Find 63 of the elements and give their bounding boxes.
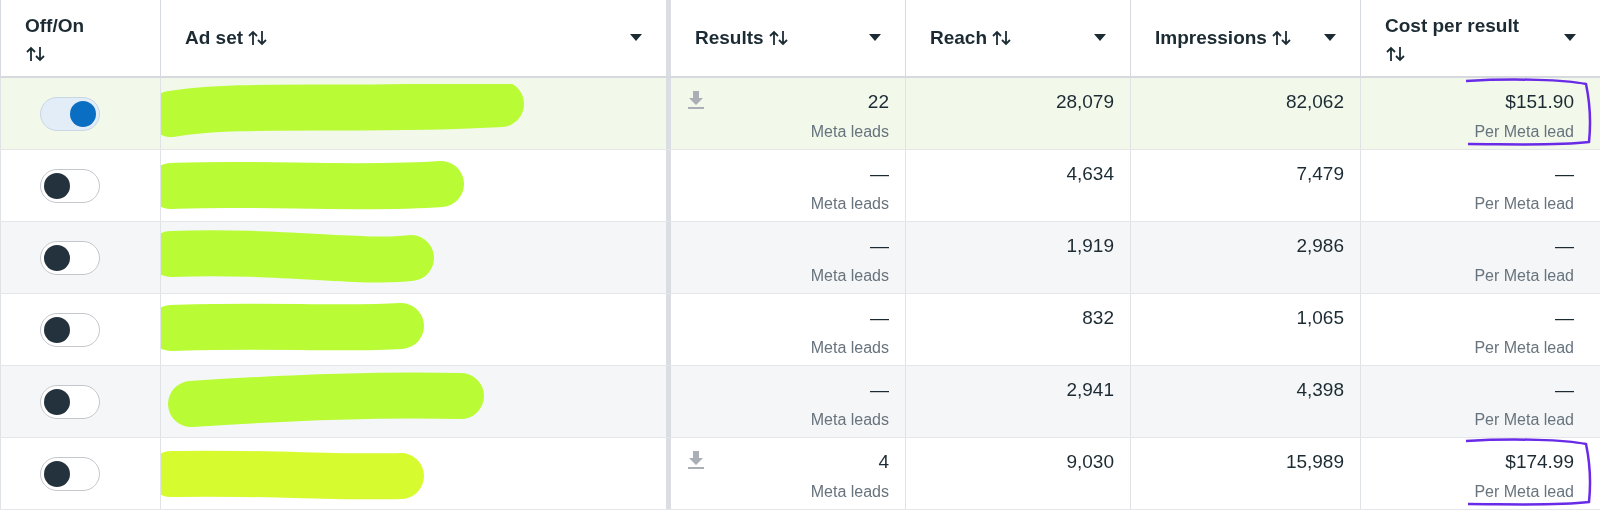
metric-value: 2,986	[1296, 234, 1344, 258]
metric-label: Meta leads	[810, 338, 889, 358]
toggle-switch[interactable]	[39, 168, 100, 203]
column-header[interactable]: Cost per result	[1385, 11, 1520, 41]
column-header[interactable]: Reach	[930, 23, 988, 53]
sort-icon[interactable]	[767, 28, 790, 48]
table-row[interactable]: — Meta leads 2,941 4,398 — Per Meta lead	[0, 366, 1600, 438]
column-header[interactable]: Impressions	[1155, 23, 1267, 53]
metric-value: 4,634	[1066, 162, 1114, 186]
metric-value: 2,941	[1066, 378, 1114, 402]
metric-label: Meta leads	[810, 410, 889, 430]
toggle-switch[interactable]	[39, 456, 100, 491]
metric-label: Meta leads	[810, 482, 889, 502]
metric-value: 15,989	[1285, 450, 1344, 474]
metric-value: 7,479	[1296, 162, 1344, 186]
metric-value: —	[870, 306, 889, 330]
dropdown-caret-icon[interactable]	[630, 34, 642, 42]
metric-value: 22	[867, 90, 889, 114]
metric-label: Meta leads	[810, 194, 889, 214]
metric-value: 832	[1082, 306, 1114, 330]
metric-value: —	[1555, 162, 1574, 186]
dropdown-caret-icon[interactable]	[1564, 34, 1576, 42]
metric-label: Per Meta lead	[1474, 410, 1574, 430]
dropdown-caret-icon[interactable]	[1324, 34, 1336, 42]
column-header[interactable]: Off/On	[25, 11, 85, 41]
metric-value: —	[1555, 234, 1574, 258]
sort-icon[interactable]	[991, 28, 1014, 48]
metric-value: —	[1555, 306, 1574, 330]
metric-value: 4	[878, 450, 889, 474]
metric-label: Per Meta lead	[1474, 266, 1574, 286]
table-row[interactable]: — Meta leads 1,919 2,986 — Per Meta lead	[0, 222, 1600, 294]
metric-label: Per Meta lead	[1474, 482, 1574, 502]
metric-value: 82,062	[1285, 90, 1344, 114]
table-row[interactable]: 4 Meta leads 9,030 15,989 $174.99 Per Meta lead	[0, 438, 1600, 510]
dropdown-caret-icon[interactable]	[869, 34, 881, 42]
metric-label: Per Meta lead	[1474, 194, 1574, 214]
toggle-switch[interactable]	[39, 384, 100, 419]
column-header[interactable]: Ad set	[185, 23, 244, 53]
metric-value: $174.99	[1505, 450, 1574, 474]
metric-value: —	[1555, 378, 1574, 402]
sort-icon[interactable]	[1270, 28, 1293, 48]
metric-value: 1,065	[1296, 306, 1344, 330]
metric-value: —	[870, 378, 889, 402]
table-row[interactable]: 22 Meta leads 28,079 82,062 $151.90 Per Meta lead	[0, 78, 1600, 150]
metric-value: 1,919	[1066, 234, 1114, 258]
column-header[interactable]: Results	[695, 23, 764, 53]
metric-label: Meta leads	[810, 122, 889, 142]
metric-label: Per Meta lead	[1474, 122, 1574, 142]
metric-value: 4,398	[1296, 378, 1344, 402]
metric-value: —	[870, 234, 889, 258]
table-row[interactable]: — Meta leads 4,634 7,479 — Per Meta lead	[0, 150, 1600, 222]
toggle-switch[interactable]	[39, 312, 100, 347]
table-row[interactable]: — Meta leads 832 1,065 — Per Meta lead	[0, 294, 1600, 366]
metric-value: 9,030	[1066, 450, 1114, 474]
toggle-switch[interactable]	[39, 240, 100, 275]
toggle-switch[interactable]	[39, 96, 100, 131]
metric-value: 28,079	[1055, 90, 1114, 114]
sort-icon[interactable]	[247, 28, 270, 48]
metric-value: —	[870, 162, 889, 186]
metric-label: Per Meta lead	[1474, 338, 1574, 358]
metric-value: $151.90	[1505, 90, 1574, 114]
dropdown-caret-icon[interactable]	[1094, 34, 1106, 42]
metric-label: Meta leads	[810, 266, 889, 286]
